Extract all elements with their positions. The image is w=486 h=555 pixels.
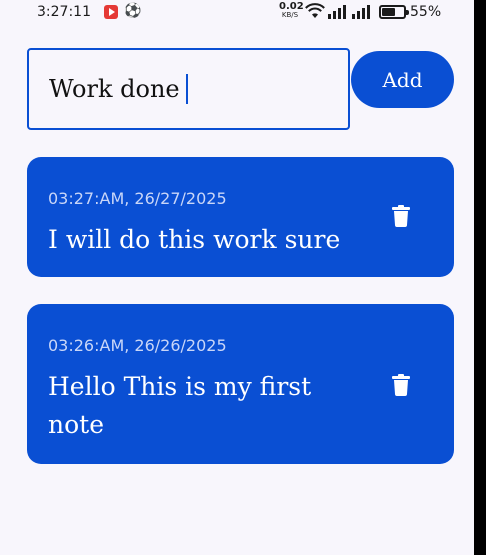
signal-icon-2 bbox=[352, 5, 370, 19]
note-timestamp: 03:26:AM, 26/26/2025 bbox=[48, 336, 227, 355]
network-speed: 0.02 KB/S bbox=[279, 1, 304, 20]
app-screen: 3:27:11 ⚽ 0.02 KB/S 55% Work done Add 03… bbox=[0, 0, 474, 555]
note-text: I will do this work sure bbox=[48, 225, 341, 254]
battery-percent: 55% bbox=[410, 4, 442, 20]
add-button[interactable]: Add bbox=[351, 51, 454, 108]
status-bar: 3:27:11 ⚽ 0.02 KB/S 55% bbox=[0, 0, 474, 26]
text-caret bbox=[185, 74, 188, 104]
trash-icon[interactable] bbox=[392, 205, 410, 227]
soccer-ball-icon: ⚽ bbox=[124, 3, 142, 19]
youtube-icon bbox=[104, 5, 118, 19]
note-text: Hello This is my first note bbox=[48, 372, 312, 439]
note-timestamp: 03:27:AM, 26/27/2025 bbox=[48, 189, 227, 208]
note-card[interactable]: 03:26:AM, 26/26/2025 Hello This is my fi… bbox=[27, 304, 454, 464]
battery-icon bbox=[379, 5, 409, 19]
wifi-icon bbox=[305, 3, 325, 18]
note-card[interactable]: 03:27:AM, 26/27/2025 I will do this work… bbox=[27, 157, 454, 277]
screen-edge bbox=[474, 0, 486, 555]
trash-icon[interactable] bbox=[392, 374, 410, 396]
signal-icon bbox=[328, 5, 346, 19]
status-time: 3:27:11 bbox=[37, 4, 91, 20]
note-input-value: Work done bbox=[49, 75, 180, 103]
note-input[interactable]: Work done bbox=[27, 48, 350, 130]
